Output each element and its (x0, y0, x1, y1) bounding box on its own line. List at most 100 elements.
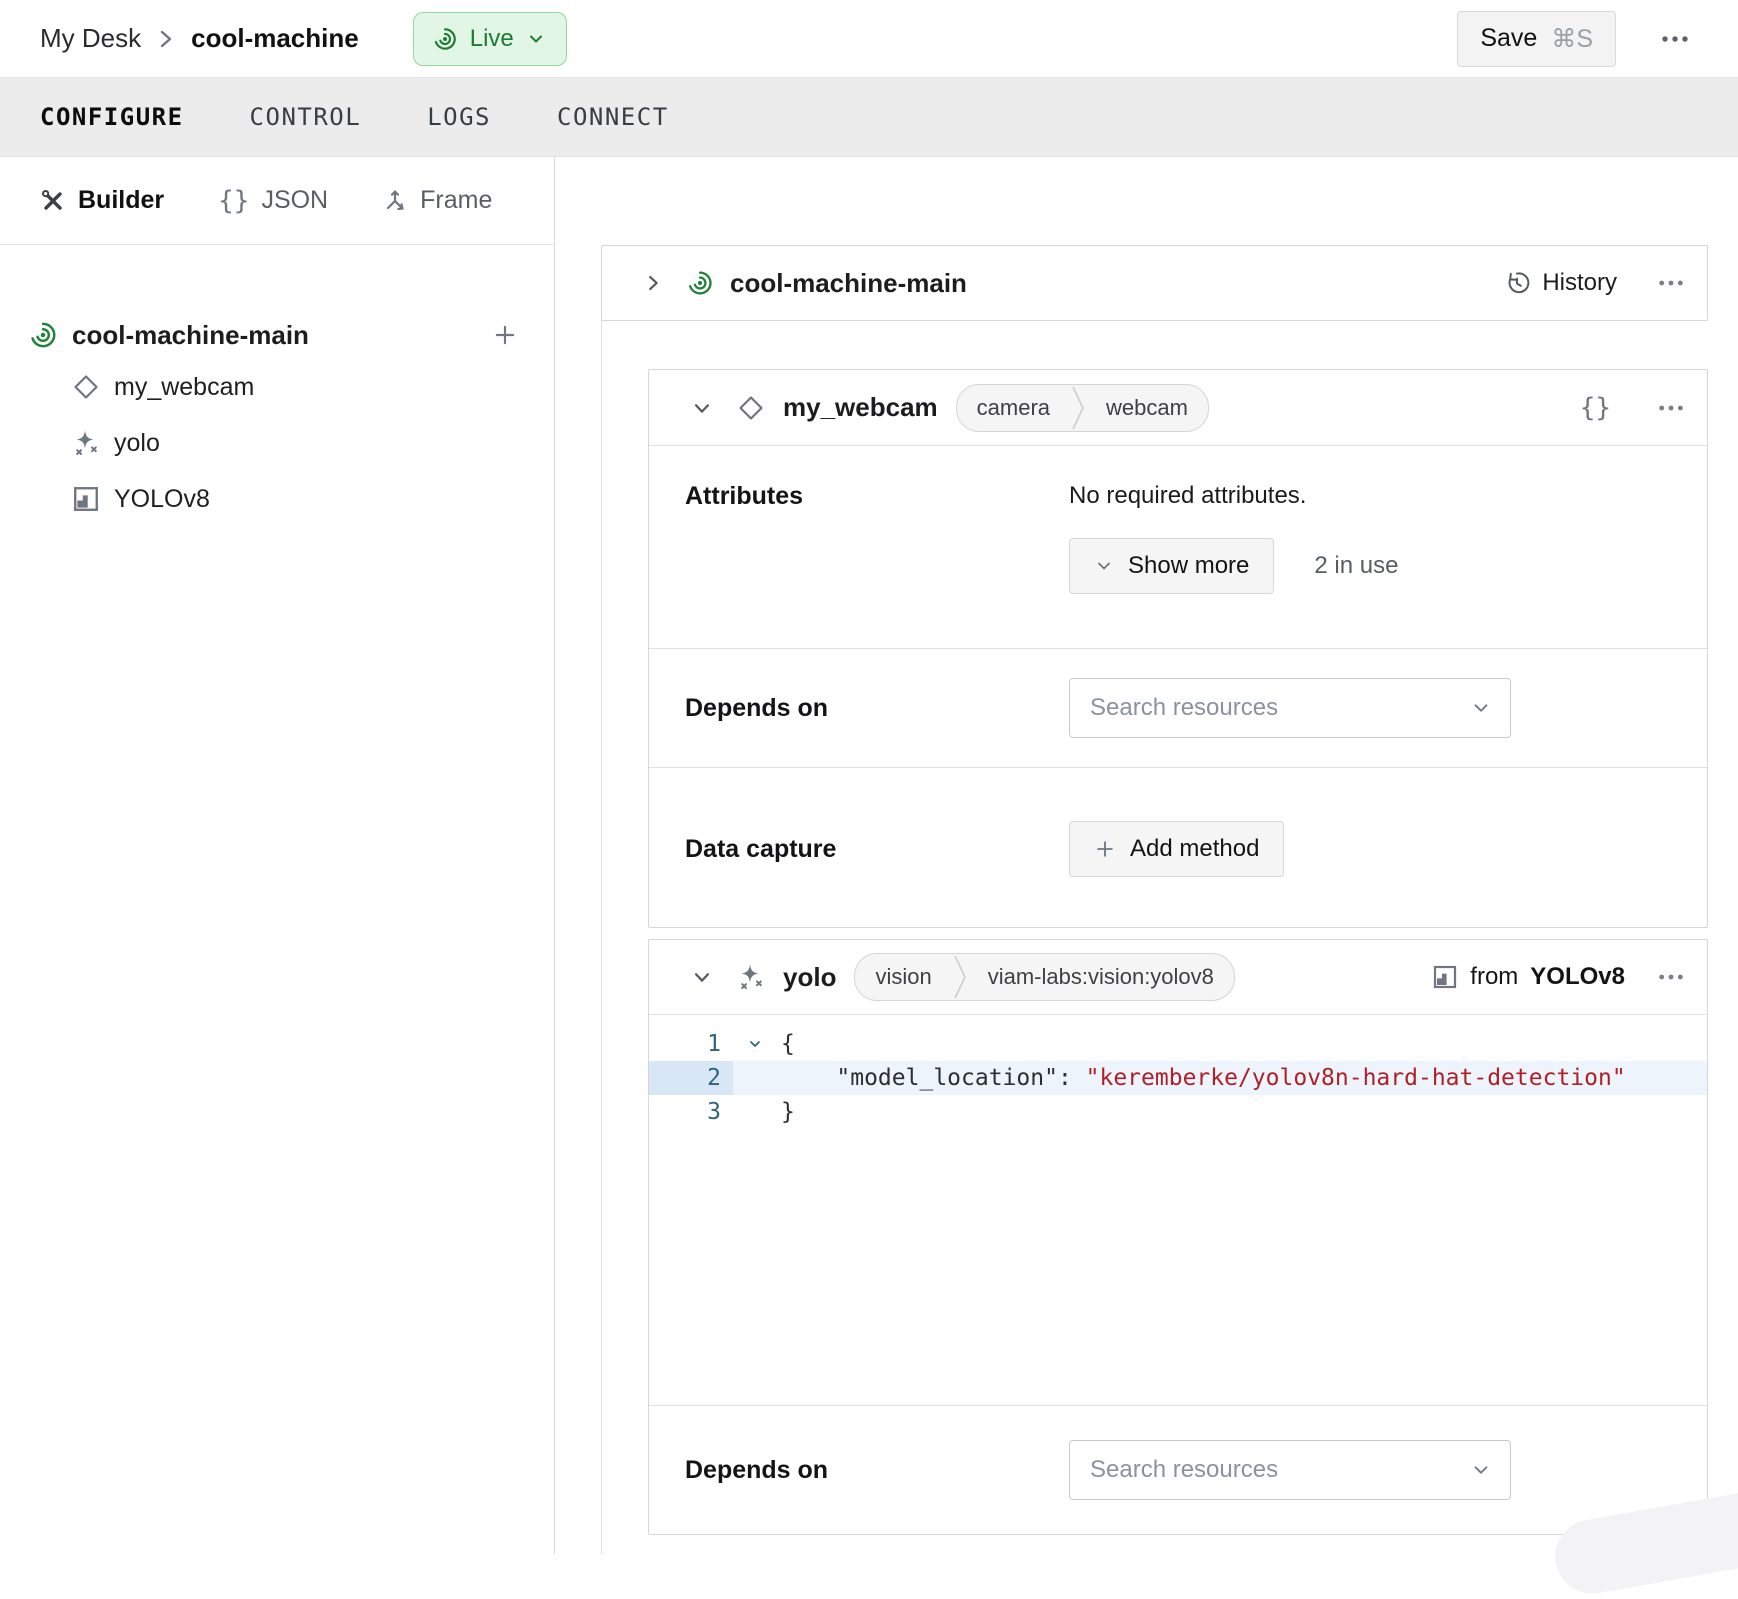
plus-icon (492, 322, 518, 348)
part-overflow-menu[interactable] (1651, 272, 1691, 294)
attributes-in-use-count: 2 in use (1314, 552, 1398, 580)
yolo-overflow-menu[interactable] (1651, 966, 1691, 988)
save-button[interactable]: Save ⌘S (1457, 11, 1616, 67)
fold-toggle[interactable] (733, 1027, 777, 1061)
view-frame[interactable]: Frame (382, 186, 492, 215)
attributes-empty-text: No required attributes. (1069, 482, 1398, 510)
add-component-button[interactable] (486, 316, 524, 354)
show-more-button[interactable]: Show more (1069, 538, 1274, 594)
machine-broadcast-icon (686, 269, 714, 297)
depends-on-label: Depends on (685, 1456, 1069, 1485)
history-button[interactable]: History (1504, 269, 1617, 297)
data-capture-section: Data capture Add method (649, 767, 1707, 930)
tree-item-label: YOLOv8 (114, 485, 210, 514)
chevron-down-icon (691, 397, 713, 419)
code-text: } (777, 1095, 795, 1129)
badge-type: vision (855, 964, 951, 990)
webcam-overflow-menu[interactable] (1651, 397, 1691, 419)
depends-on-section: Depends on Search resources (649, 648, 1707, 767)
view-toggle: Builder {} JSON Frame (0, 157, 554, 245)
machine-broadcast-icon (28, 320, 58, 350)
component-title: my_webcam (783, 392, 938, 423)
collapse-webcam-button[interactable] (685, 391, 719, 425)
view-json-label: JSON (261, 186, 328, 215)
config-main-panel: cool-machine-main History my_webcam came… (555, 157, 1738, 1554)
frame-axes-icon (382, 188, 408, 214)
show-json-button[interactable]: {} (1574, 387, 1617, 429)
camera-diamond-icon (72, 373, 100, 401)
machine-status-dropdown[interactable]: Live (413, 12, 567, 66)
yolo-card: yolo vision viam-labs:vision:yolov8 from… (648, 939, 1708, 1535)
tab-connect[interactable]: CONNECT (557, 97, 669, 137)
fold-spacer (733, 1095, 777, 1129)
tab-configure[interactable]: CONFIGURE (40, 97, 184, 137)
code-key: "model_location": (781, 1065, 1086, 1091)
code-text: "model_location": "keremberke/yolov8n-ha… (777, 1061, 1626, 1095)
badge-model: viam-labs:vision:yolov8 (968, 964, 1234, 990)
history-icon (1504, 270, 1530, 296)
view-frame-label: Frame (420, 186, 492, 215)
show-more-label: Show more (1128, 552, 1249, 580)
data-capture-label: Data capture (685, 835, 1069, 864)
vision-sparkle-icon (72, 429, 100, 457)
module-icon (1432, 964, 1458, 990)
machine-part-card: cool-machine-main History (601, 245, 1708, 321)
search-placeholder: Search resources (1090, 694, 1470, 722)
header-overflow-menu[interactable] (1650, 24, 1700, 54)
tree-item-yolov8-module[interactable]: YOLOv8 (0, 471, 554, 527)
tab-control[interactable]: CONTROL (250, 97, 362, 137)
from-module-name: YOLOv8 (1530, 963, 1625, 991)
my-webcam-card: my_webcam camera webcam {} Attributes No… (648, 369, 1708, 928)
depends-on-section: Depends on Search resources (649, 1406, 1707, 1534)
code-text: { (777, 1027, 795, 1061)
add-method-label: Add method (1130, 835, 1259, 863)
code-line[interactable]: 3 } (649, 1095, 1707, 1129)
live-broadcast-icon (432, 26, 458, 52)
attributes-json-editor[interactable]: 1 { 2 "model_location": "keremberke/yolo… (649, 1015, 1707, 1406)
service-type-badge: vision viam-labs:vision:yolov8 (854, 953, 1234, 1001)
chevron-down-icon (1470, 697, 1492, 719)
line-number[interactable]: 1 (649, 1027, 733, 1061)
line-number[interactable]: 3 (649, 1095, 733, 1129)
search-placeholder: Search resources (1090, 1456, 1470, 1484)
ellipsis-icon (1660, 34, 1690, 44)
save-shortcut: ⌘S (1551, 24, 1593, 54)
ellipsis-icon (1657, 972, 1685, 982)
breadcrumb: My Desk cool-machine (40, 23, 359, 54)
status-label: Live (470, 25, 514, 53)
chevron-down-icon (526, 29, 546, 49)
expand-part-button[interactable] (636, 266, 670, 300)
badge-separator-icon (952, 954, 968, 1000)
badge-type: camera (957, 395, 1070, 421)
top-header: My Desk cool-machine Live Save ⌘S (0, 0, 1738, 78)
history-label: History (1542, 269, 1617, 297)
chevron-down-icon (1094, 556, 1114, 576)
depends-on-search-input[interactable]: Search resources (1069, 1440, 1511, 1500)
tab-logs[interactable]: LOGS (427, 97, 491, 137)
component-type-badge: camera webcam (956, 384, 1209, 432)
depends-on-search-input[interactable]: Search resources (1069, 678, 1511, 738)
line-number[interactable]: 2 (649, 1061, 733, 1095)
code-line[interactable]: 1 { (649, 1027, 1707, 1061)
breadcrumb-separator-icon (157, 26, 175, 52)
camera-diamond-icon (737, 394, 765, 422)
builder-tools-icon (40, 188, 66, 214)
from-label: from (1470, 963, 1518, 991)
config-sidebar: Builder {} JSON Frame cool-machine-main … (0, 157, 555, 1554)
code-line-active[interactable]: 2 "model_location": "keremberke/yolov8n-… (649, 1061, 1707, 1095)
from-module-link[interactable]: from YOLOv8 (1432, 963, 1625, 991)
tree-item-my-webcam[interactable]: my_webcam (0, 359, 554, 415)
json-braces-icon: {} (218, 186, 249, 216)
collapse-yolo-button[interactable] (685, 960, 719, 994)
chevron-down-icon (691, 966, 713, 988)
part-title: cool-machine-main (730, 268, 967, 299)
save-label: Save (1480, 24, 1537, 53)
view-json[interactable]: {} JSON (218, 186, 328, 216)
tree-item-machine-part[interactable]: cool-machine-main (0, 311, 554, 359)
add-method-button[interactable]: Add method (1069, 821, 1284, 877)
breadcrumb-location[interactable]: My Desk (40, 23, 141, 54)
attributes-section: Attributes No required attributes. Show … (649, 446, 1707, 648)
depends-on-label: Depends on (685, 694, 1069, 723)
tree-item-yolo[interactable]: yolo (0, 415, 554, 471)
view-builder[interactable]: Builder (40, 186, 164, 215)
